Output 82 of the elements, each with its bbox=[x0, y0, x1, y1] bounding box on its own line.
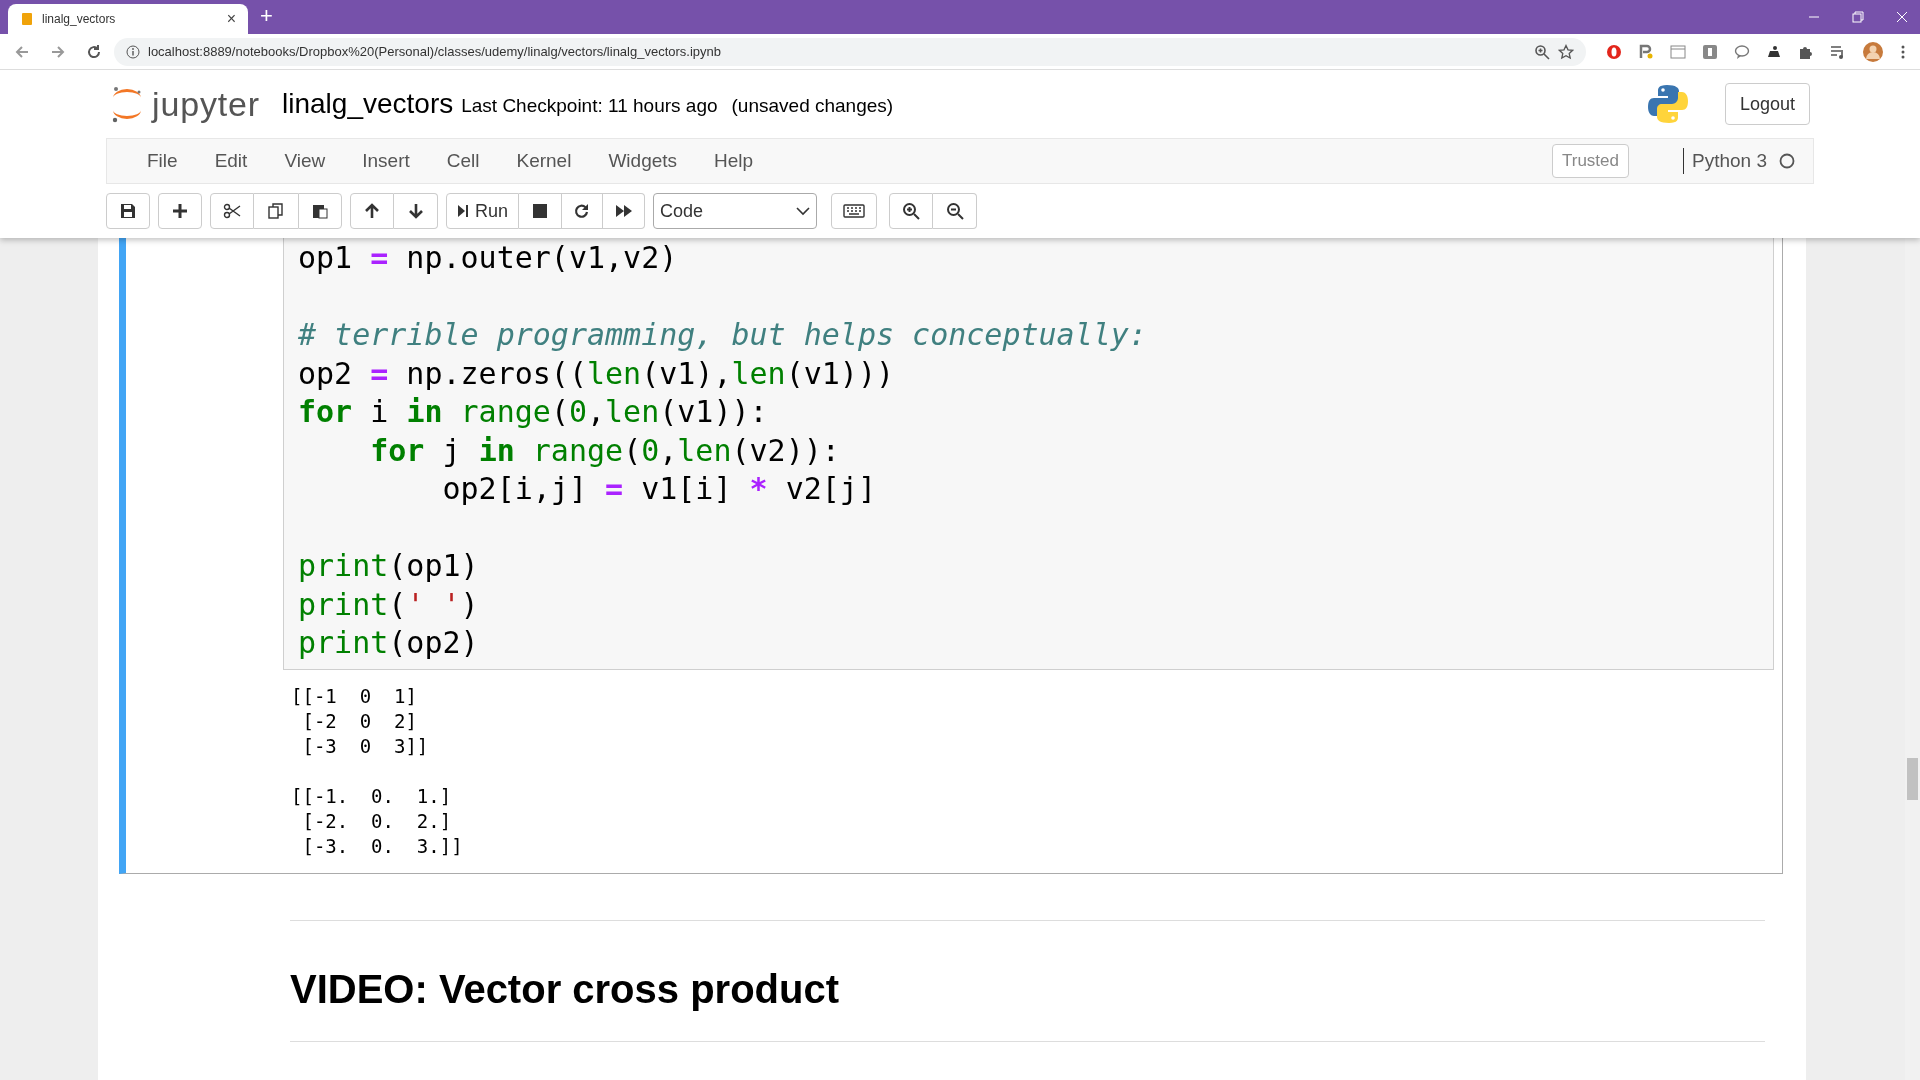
arrow-down-icon bbox=[407, 203, 424, 219]
restart-button[interactable] bbox=[561, 193, 604, 229]
paste-button[interactable] bbox=[298, 193, 342, 229]
browser-tab[interactable]: linalg_vectors × bbox=[8, 4, 248, 34]
run-all-button[interactable] bbox=[603, 193, 646, 229]
section-heading: VIDEO: Vector cross product bbox=[290, 965, 841, 1013]
chat-icon[interactable] bbox=[1734, 43, 1750, 60]
autosave-status: (unsaved changes) bbox=[731, 93, 894, 118]
kernel-idle-icon bbox=[1779, 153, 1795, 169]
url-text: localhost:8889/notebooks/Dropbox%20(Personal)/classes/udemy/linalg/vectors/linalg_vectors.ipynb bbox=[148, 42, 723, 61]
zoom-in-icon bbox=[902, 202, 921, 220]
copy-button[interactable] bbox=[254, 193, 298, 229]
code-line: op1 = np.outer(v1,v2) bbox=[298, 239, 678, 277]
cell-type-dropdown[interactable]: Code bbox=[653, 193, 818, 229]
logo-text: jupyter bbox=[152, 87, 260, 121]
star-icon[interactable] bbox=[1558, 43, 1574, 60]
cell-type-value: Code bbox=[660, 199, 705, 223]
code-line: for i in range(0,len(v1)): bbox=[298, 393, 768, 431]
back-icon[interactable] bbox=[14, 43, 30, 60]
step-forward-icon bbox=[457, 204, 469, 218]
stop-button[interactable] bbox=[519, 193, 562, 229]
restart-icon bbox=[574, 203, 591, 219]
plus-icon bbox=[172, 203, 188, 219]
logout-button[interactable]: Logout bbox=[1724, 83, 1810, 125]
forward-icon[interactable] bbox=[50, 43, 66, 60]
zoom-in-button[interactable] bbox=[889, 193, 934, 229]
code-line: op2 = np.zeros((len(v1),len(v1))) bbox=[298, 354, 895, 393]
output-text: [[-1. 0. 1.] [-2. 0. 2.] [-3. 0. 3.]] bbox=[291, 783, 463, 859]
menu-item[interactable]: Help bbox=[696, 146, 772, 176]
notebook-name[interactable]: linalg_vectors bbox=[282, 83, 454, 125]
zoom-icon[interactable] bbox=[1534, 43, 1550, 60]
menu-item[interactable]: Kernel bbox=[498, 146, 590, 176]
cut-button[interactable] bbox=[210, 193, 254, 229]
address-bar[interactable]: localhost:8889/notebooks/Dropbox%20(Personal)/classes/udemy/linalg/vectors/linalg_vectors.ipynb bbox=[114, 37, 1586, 66]
menu-item[interactable]: View bbox=[266, 146, 344, 176]
avatar-icon[interactable] bbox=[1862, 40, 1884, 63]
clipboard-icon bbox=[312, 203, 328, 219]
insert-cell-button[interactable] bbox=[158, 193, 202, 229]
menu-item[interactable]: Cell bbox=[428, 146, 498, 176]
reload-icon[interactable] bbox=[86, 43, 102, 60]
copy-icon bbox=[268, 203, 284, 219]
menu-item[interactable]: File bbox=[129, 146, 196, 176]
info-icon bbox=[126, 44, 140, 59]
output-text: [[-1 0 1] [-2 0 2] [-3 0 3]] bbox=[291, 683, 429, 759]
code-line: print(' ') bbox=[298, 585, 479, 624]
arrow-up-icon bbox=[364, 203, 380, 219]
scissors-icon bbox=[223, 203, 241, 219]
checkpoint-text: Last Checkpoint: 11 hours ago bbox=[461, 93, 718, 118]
menu-icon[interactable] bbox=[1900, 43, 1906, 60]
code-cell[interactable] bbox=[119, 238, 1783, 874]
playlist-icon[interactable] bbox=[1830, 43, 1846, 60]
notebook-icon bbox=[20, 12, 34, 26]
stop-icon bbox=[533, 204, 548, 218]
close-tab-button[interactable]: × bbox=[226, 7, 236, 31]
move-up-button[interactable] bbox=[350, 193, 394, 229]
save-icon bbox=[120, 203, 136, 219]
new-tab-button[interactable]: + bbox=[260, 0, 273, 32]
command-palette-button[interactable] bbox=[831, 193, 878, 229]
menu-item[interactable]: Widgets bbox=[590, 146, 696, 176]
zoom-out-icon bbox=[945, 202, 964, 220]
run-button[interactable]: Run bbox=[446, 193, 520, 229]
move-down-button[interactable] bbox=[394, 193, 438, 229]
zoom-out-button[interactable] bbox=[933, 193, 978, 229]
keyboard-icon bbox=[843, 204, 866, 218]
menu-item[interactable]: Insert bbox=[344, 146, 428, 176]
chevron-down-icon bbox=[796, 206, 811, 216]
extension-icon[interactable] bbox=[1766, 43, 1782, 60]
save-button[interactable] bbox=[106, 193, 150, 229]
restore-icon[interactable] bbox=[1852, 11, 1864, 23]
code-line: op2[i,j] = v1[i] * v2[j] bbox=[441, 470, 876, 508]
fast-forward-icon bbox=[614, 204, 633, 218]
tab-title: linalg_vectors bbox=[42, 11, 117, 28]
code-editor[interactable] bbox=[283, 238, 1774, 670]
menu-item[interactable]: Edit bbox=[196, 146, 266, 176]
code-line: print(op2) bbox=[298, 624, 479, 662]
code-line: # terrible programming, but helps conceptually: bbox=[298, 316, 1147, 354]
trusted-indicator[interactable]: Trusted bbox=[1552, 144, 1629, 178]
code-line: print(op1) bbox=[298, 547, 479, 585]
code-line: for j in range(0,len(v2)): bbox=[369, 431, 840, 470]
close-icon[interactable] bbox=[1896, 11, 1908, 23]
python-logo-icon bbox=[1646, 83, 1689, 125]
kernel-name: Python 3 bbox=[1692, 148, 1767, 173]
